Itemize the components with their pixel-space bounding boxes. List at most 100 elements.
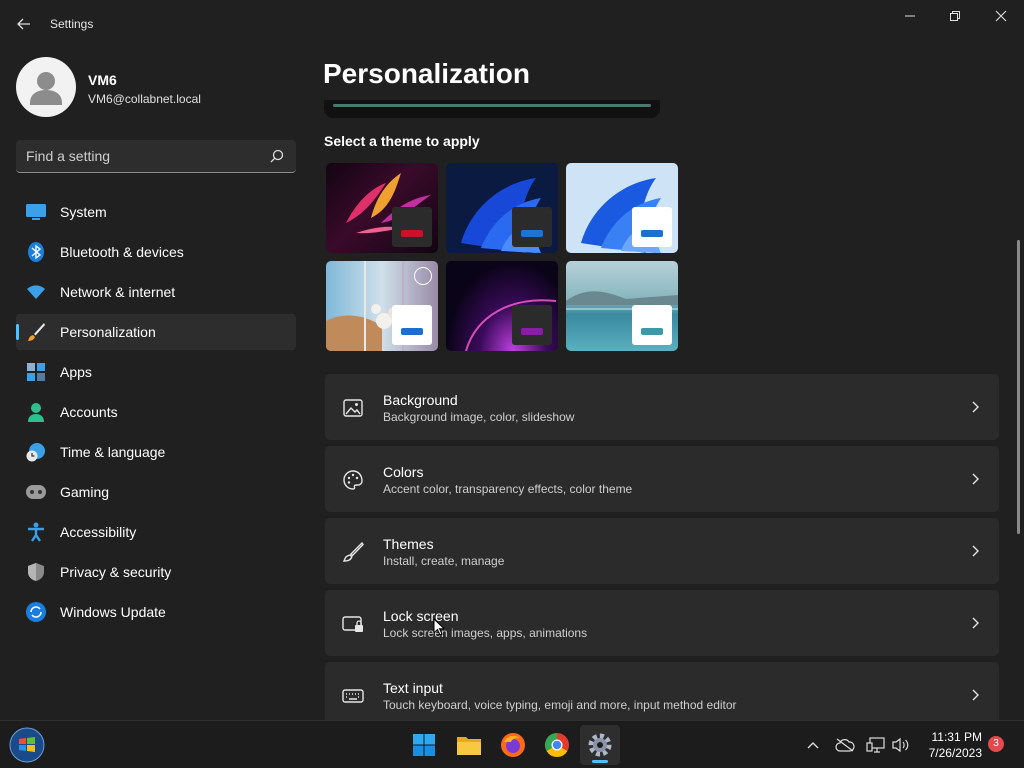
card-title: Background — [383, 392, 458, 408]
chrome-icon — [544, 733, 569, 758]
sidebar-item-label: Personalization — [60, 324, 156, 340]
mouse-cursor-icon — [433, 618, 445, 636]
user-profile[interactable]: VM6 VM6@collabnet.local — [16, 57, 296, 117]
theme-swatch — [512, 305, 552, 345]
shield-icon — [26, 562, 46, 582]
sidebar-item-accounts[interactable]: Accounts — [16, 394, 296, 430]
card-text-input[interactable]: Text input Touch keyboard, voice typing,… — [325, 662, 999, 720]
sidebar-item-time-language[interactable]: Time & language — [16, 434, 296, 470]
title-bar: Settings — [0, 0, 1024, 40]
person-icon — [30, 72, 62, 105]
sidebar-nav: System Bluetooth & devices Network & int… — [16, 194, 296, 634]
search-icon[interactable] — [270, 149, 284, 163]
brush-icon — [342, 541, 364, 562]
theme-captured-motion[interactable] — [326, 261, 438, 351]
sidebar-item-gaming[interactable]: Gaming — [16, 474, 296, 510]
close-button[interactable] — [978, 0, 1024, 32]
restore-icon — [950, 11, 960, 21]
windows-logo-icon — [413, 734, 435, 756]
onedrive-button[interactable] — [835, 735, 855, 755]
theme-glow[interactable] — [326, 163, 438, 253]
monitor-icon — [26, 202, 46, 222]
clock-date[interactable]: 7/26/2023 — [920, 746, 982, 760]
minimize-button[interactable] — [887, 0, 933, 32]
theme-windows-dark[interactable] — [446, 163, 558, 253]
themes-heading: Select a theme to apply — [324, 133, 480, 149]
settings-app-button[interactable] — [580, 725, 620, 765]
theme-swatch — [392, 305, 432, 345]
card-title: Text input — [383, 680, 443, 696]
sidebar-item-personalization[interactable]: Personalization — [16, 314, 296, 350]
card-background[interactable]: Background Background image, color, slid… — [325, 374, 999, 440]
network-button[interactable] — [866, 735, 886, 755]
chevron-right-icon — [972, 617, 979, 629]
search-box[interactable] — [16, 140, 296, 173]
sidebar-item-apps[interactable]: Apps — [16, 354, 296, 390]
wifi-icon — [26, 282, 46, 302]
firefox-button[interactable] — [493, 725, 533, 765]
user-email: VM6@collabnet.local — [88, 92, 201, 106]
card-lock-screen[interactable]: Lock screen Lock screen images, apps, an… — [325, 590, 999, 656]
sidebar-item-label: Bluetooth & devices — [60, 244, 184, 260]
sidebar-item-windows-update[interactable]: Windows Update — [16, 594, 296, 630]
gamepad-icon — [26, 482, 46, 502]
file-explorer-button[interactable] — [449, 725, 489, 765]
card-subtitle: Accent color, transparency effects, colo… — [383, 482, 633, 496]
cloud-offline-icon — [835, 738, 855, 752]
theme-flow[interactable] — [566, 261, 678, 351]
firefox-icon — [501, 733, 525, 757]
sidebar-item-privacy[interactable]: Privacy & security — [16, 554, 296, 590]
palette-icon — [343, 470, 363, 490]
chevron-right-icon — [972, 545, 979, 557]
back-button[interactable] — [10, 10, 38, 38]
show-hidden-icons-button[interactable] — [803, 735, 823, 755]
network-icon — [866, 737, 885, 753]
gear-icon — [588, 733, 612, 757]
sidebar-item-label: Time & language — [60, 444, 166, 460]
chrome-button[interactable] — [537, 725, 577, 765]
theme-swatch — [392, 207, 432, 247]
chevron-up-icon — [807, 742, 819, 749]
minimize-icon — [905, 15, 915, 17]
volume-button[interactable] — [891, 735, 911, 755]
theme-swatch — [632, 207, 672, 247]
start-orb-button[interactable] — [6, 725, 48, 765]
sidebar-item-label: Apps — [60, 364, 92, 380]
chevron-right-icon — [972, 689, 979, 701]
notification-badge[interactable]: 3 — [988, 736, 1004, 752]
sidebar-item-label: Accounts — [60, 404, 118, 420]
restore-button[interactable] — [932, 0, 978, 32]
card-colors[interactable]: Colors Accent color, transparency effect… — [325, 446, 999, 512]
card-themes[interactable]: Themes Install, create, manage — [325, 518, 999, 584]
theme-swatch — [512, 207, 552, 247]
card-title: Themes — [383, 536, 434, 552]
bluetooth-icon — [26, 242, 46, 262]
card-title: Colors — [383, 464, 424, 480]
update-icon — [26, 602, 46, 622]
windows-7-orb-icon — [9, 727, 45, 763]
sidebar-item-network[interactable]: Network & internet — [16, 274, 296, 310]
theme-windows-light[interactable] — [566, 163, 678, 253]
clock-time[interactable]: 11:31 PM — [920, 730, 982, 744]
sidebar-item-bluetooth[interactable]: Bluetooth & devices — [16, 234, 296, 270]
card-subtitle: Lock screen images, apps, animations — [383, 626, 588, 640]
sidebar-item-label: Accessibility — [60, 524, 137, 540]
speaker-icon — [892, 737, 909, 753]
theme-sunrise[interactable] — [446, 261, 558, 351]
sidebar-item-label: Privacy & security — [60, 564, 172, 580]
scrollbar[interactable] — [1017, 240, 1020, 534]
start-button[interactable] — [404, 725, 444, 765]
avatar — [16, 57, 76, 117]
card-subtitle: Touch keyboard, voice typing, emoji and … — [383, 698, 737, 712]
sidebar-item-accessibility[interactable]: Accessibility — [16, 514, 296, 550]
card-title: Lock screen — [383, 608, 459, 624]
lock-screen-icon — [342, 616, 363, 632]
image-icon — [343, 399, 363, 417]
chevron-right-icon — [972, 401, 979, 413]
back-arrow-icon — [17, 18, 30, 30]
sidebar-item-label: System — [60, 204, 107, 220]
sidebar-item-system[interactable]: System — [16, 194, 296, 230]
apps-icon — [26, 362, 46, 382]
search-input[interactable] — [26, 140, 266, 172]
taskbar — [0, 720, 1024, 768]
